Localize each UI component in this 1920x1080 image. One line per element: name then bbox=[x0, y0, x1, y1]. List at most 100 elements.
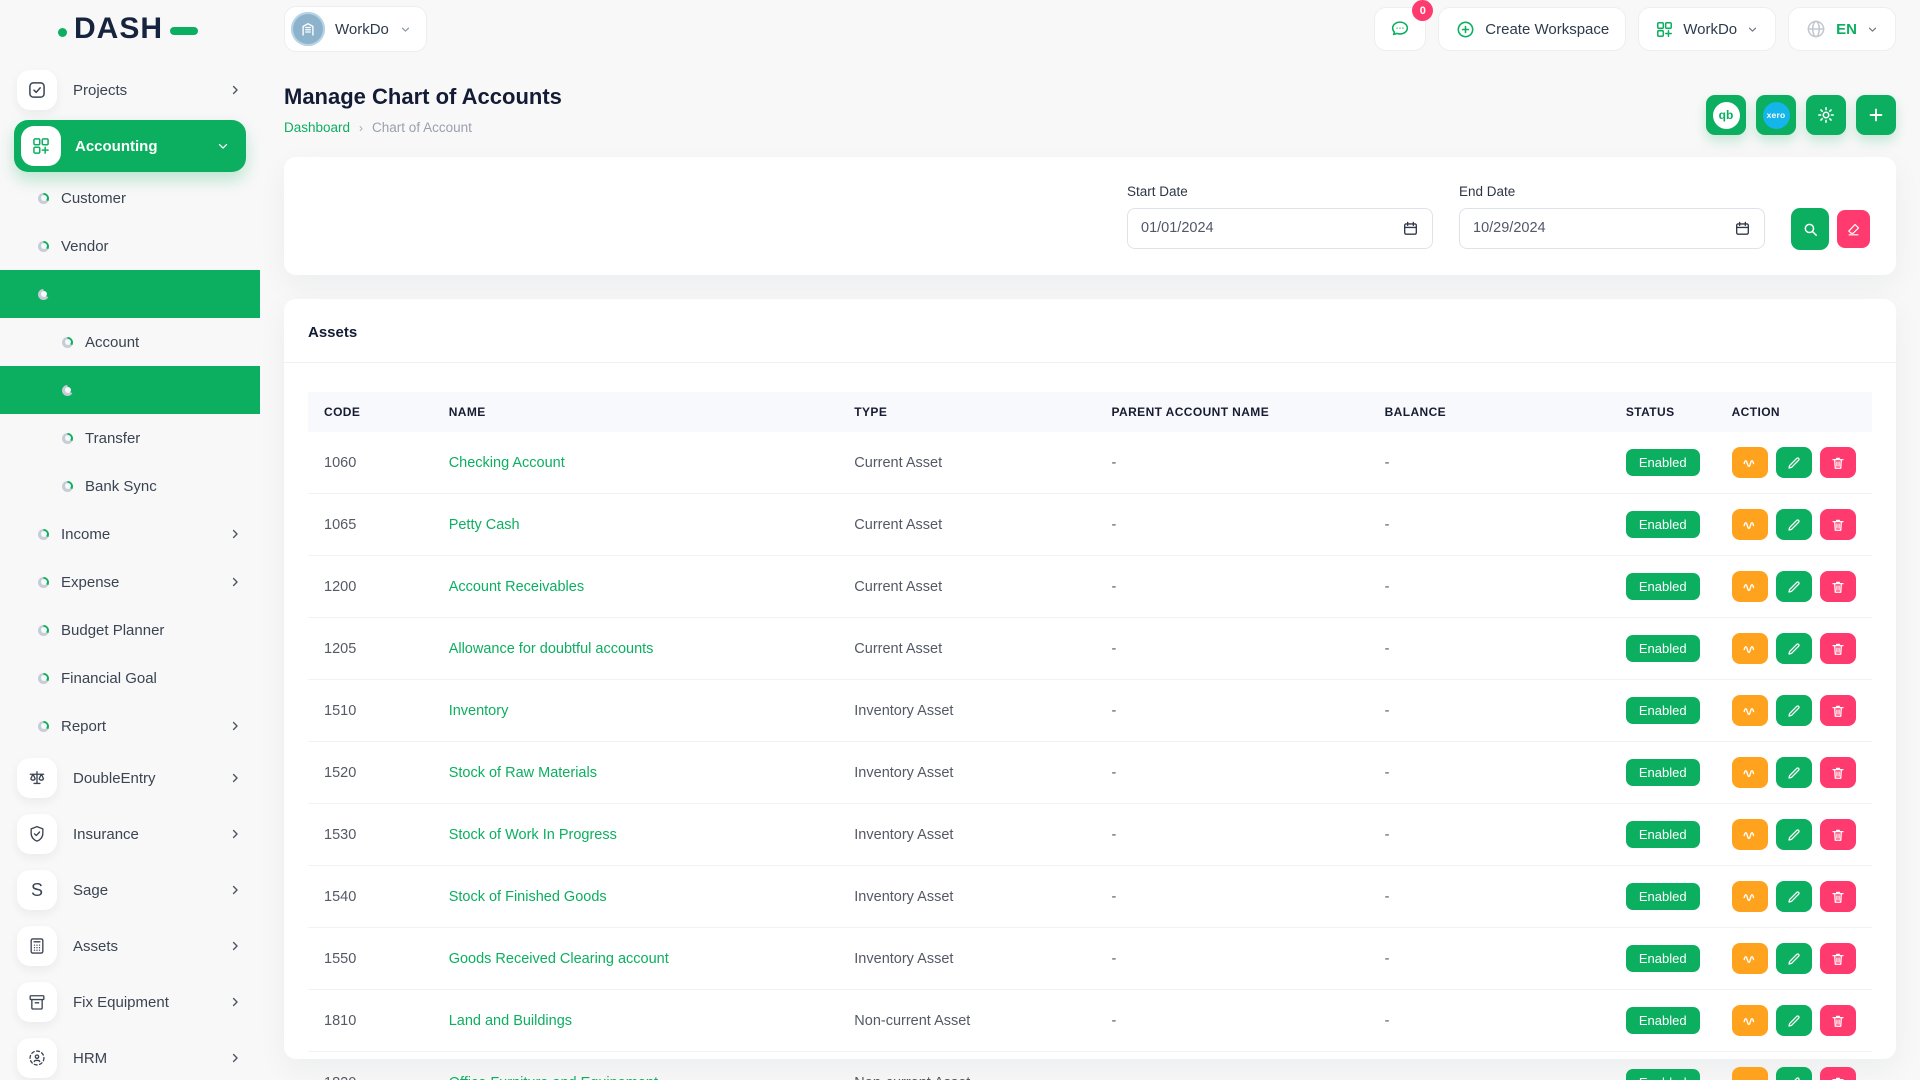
activity-button[interactable] bbox=[1732, 943, 1768, 974]
edit-button[interactable] bbox=[1776, 509, 1812, 540]
delete-button[interactable] bbox=[1820, 1005, 1856, 1036]
delete-button[interactable] bbox=[1820, 757, 1856, 788]
edit-button[interactable] bbox=[1776, 633, 1812, 664]
edit-button[interactable] bbox=[1776, 447, 1812, 478]
sidebar-item-vendor[interactable]: Vendor bbox=[0, 222, 260, 270]
activity-button[interactable] bbox=[1732, 695, 1768, 726]
delete-button[interactable] bbox=[1820, 571, 1856, 602]
end-date-input[interactable]: 10/29/2024 bbox=[1459, 208, 1765, 249]
status-badge[interactable]: Enabled bbox=[1626, 449, 1700, 476]
sidebar-item-customer[interactable]: Customer bbox=[0, 174, 260, 222]
activity-button[interactable] bbox=[1732, 1005, 1768, 1036]
sidebar-item-account[interactable]: Account bbox=[0, 318, 260, 366]
sidebar-item-transfer[interactable]: Transfer bbox=[0, 414, 260, 462]
sidebar-item-financial-goal[interactable]: Financial Goal bbox=[0, 654, 260, 702]
sidebar-item-expense[interactable]: Expense bbox=[0, 558, 260, 606]
sidebar-item-doubleentry[interactable]: DoubleEntry bbox=[0, 750, 260, 806]
sidebar-item-sage[interactable]: SSage bbox=[0, 862, 260, 918]
delete-button[interactable] bbox=[1820, 819, 1856, 850]
apply-filter-button[interactable] bbox=[1791, 208, 1829, 250]
sidebar-item-income[interactable]: Income bbox=[0, 510, 260, 558]
activity-button[interactable] bbox=[1732, 757, 1768, 788]
create-workspace-button[interactable]: Create Workspace bbox=[1438, 7, 1626, 51]
edit-button[interactable] bbox=[1776, 571, 1812, 602]
xero-button[interactable]: xero bbox=[1756, 95, 1796, 135]
activity-button[interactable] bbox=[1732, 819, 1768, 850]
account-name-link[interactable]: Account Receivables bbox=[449, 579, 584, 595]
trash-icon bbox=[1830, 703, 1846, 719]
account-name-link[interactable]: Stock of Raw Materials bbox=[449, 765, 597, 781]
sidebar-item-label: Income bbox=[61, 526, 228, 543]
messages-button[interactable]: 0 bbox=[1374, 7, 1426, 51]
status-badge[interactable]: Enabled bbox=[1626, 883, 1700, 910]
account-name-link[interactable]: Land and Buildings bbox=[449, 1013, 572, 1029]
sidebar-item-assets[interactable]: Assets bbox=[0, 918, 260, 974]
sidebar-item-bank-sync[interactable]: Bank Sync bbox=[0, 462, 260, 510]
settings-button[interactable] bbox=[1806, 95, 1846, 135]
calendar-icon[interactable] bbox=[1734, 220, 1751, 237]
delete-button[interactable] bbox=[1820, 695, 1856, 726]
delete-button[interactable] bbox=[1820, 943, 1856, 974]
edit-button[interactable] bbox=[1776, 881, 1812, 912]
account-name-link[interactable]: Inventory bbox=[449, 703, 509, 719]
breadcrumb-dashboard-link[interactable]: Dashboard bbox=[284, 120, 350, 135]
status-badge[interactable]: Enabled bbox=[1626, 511, 1700, 538]
edit-button[interactable] bbox=[1776, 757, 1812, 788]
parent-account-cell: - bbox=[1096, 866, 1369, 928]
edit-button[interactable] bbox=[1776, 819, 1812, 850]
sidebar-item-label: Fix Equipment bbox=[73, 994, 228, 1011]
account-name-link[interactable]: Stock of Finished Goods bbox=[449, 889, 607, 905]
sidebar-item-report[interactable]: Report bbox=[0, 702, 260, 750]
parent-account-cell: - bbox=[1096, 1052, 1369, 1080]
start-date-input[interactable]: 01/01/2024 bbox=[1127, 208, 1433, 249]
edit-button[interactable] bbox=[1776, 695, 1812, 726]
edit-button[interactable] bbox=[1776, 943, 1812, 974]
activity-button[interactable] bbox=[1732, 633, 1768, 664]
sidebar-item-budget-planner[interactable]: Budget Planner bbox=[0, 606, 260, 654]
account-name-link[interactable]: Petty Cash bbox=[449, 517, 520, 533]
sidebar-item-chart-of-accounts[interactable]: Chart Of Accounts bbox=[0, 366, 260, 414]
app-menu-button[interactable]: WorkDo bbox=[1638, 7, 1776, 51]
delete-button[interactable] bbox=[1820, 1067, 1856, 1080]
account-name-link[interactable]: Allowance for doubtful accounts bbox=[449, 641, 654, 657]
workspace-selector[interactable]: WorkDo bbox=[284, 6, 427, 52]
status-badge[interactable]: Enabled bbox=[1626, 945, 1700, 972]
quickbooks-button[interactable]: qb bbox=[1706, 95, 1746, 135]
sidebar-item-banking[interactable]: Banking bbox=[0, 270, 260, 318]
status-badge[interactable]: Enabled bbox=[1626, 821, 1700, 848]
status-badge[interactable]: Enabled bbox=[1626, 759, 1700, 786]
delete-button[interactable] bbox=[1820, 509, 1856, 540]
status-badge[interactable]: Enabled bbox=[1626, 1069, 1700, 1080]
sidebar-item-insurance[interactable]: Insurance bbox=[0, 806, 260, 862]
delete-button[interactable] bbox=[1820, 881, 1856, 912]
reset-filter-button[interactable] bbox=[1837, 210, 1870, 248]
edit-button[interactable] bbox=[1776, 1005, 1812, 1036]
account-name-link[interactable]: Stock of Work In Progress bbox=[449, 827, 617, 843]
status-badge[interactable]: Enabled bbox=[1626, 573, 1700, 600]
chevron-right-icon bbox=[228, 939, 242, 953]
status-badge[interactable]: Enabled bbox=[1626, 697, 1700, 724]
edit-button[interactable] bbox=[1776, 1067, 1812, 1080]
account-name-link[interactable]: Checking Account bbox=[449, 455, 565, 471]
pencil-icon bbox=[1786, 951, 1802, 967]
activity-button[interactable] bbox=[1732, 571, 1768, 602]
status-badge[interactable]: Enabled bbox=[1626, 635, 1700, 662]
status-badge[interactable]: Enabled bbox=[1626, 1007, 1700, 1034]
account-name-link[interactable]: Goods Received Clearing account bbox=[449, 951, 669, 967]
sidebar-item-projects[interactable]: Projects bbox=[0, 62, 260, 118]
account-name-link[interactable]: Office Furniture and Equipement bbox=[449, 1075, 658, 1080]
calendar-icon[interactable] bbox=[1402, 220, 1419, 237]
language-selector[interactable]: EN bbox=[1788, 7, 1896, 51]
delete-button[interactable] bbox=[1820, 447, 1856, 478]
app-logo[interactable]: DASH bbox=[0, 0, 260, 58]
activity-button[interactable] bbox=[1732, 881, 1768, 912]
activity-button[interactable] bbox=[1732, 447, 1768, 478]
account-code-cell: 1065 bbox=[308, 494, 433, 556]
delete-button[interactable] bbox=[1820, 633, 1856, 664]
sidebar-item-hrm[interactable]: HRM bbox=[0, 1030, 260, 1080]
activity-button[interactable] bbox=[1732, 1067, 1768, 1080]
sidebar-item-accounting[interactable]: Accounting bbox=[14, 120, 246, 172]
activity-button[interactable] bbox=[1732, 509, 1768, 540]
sidebar-item-fix-equipment[interactable]: Fix Equipment bbox=[0, 974, 260, 1030]
add-account-button[interactable] bbox=[1856, 95, 1896, 135]
